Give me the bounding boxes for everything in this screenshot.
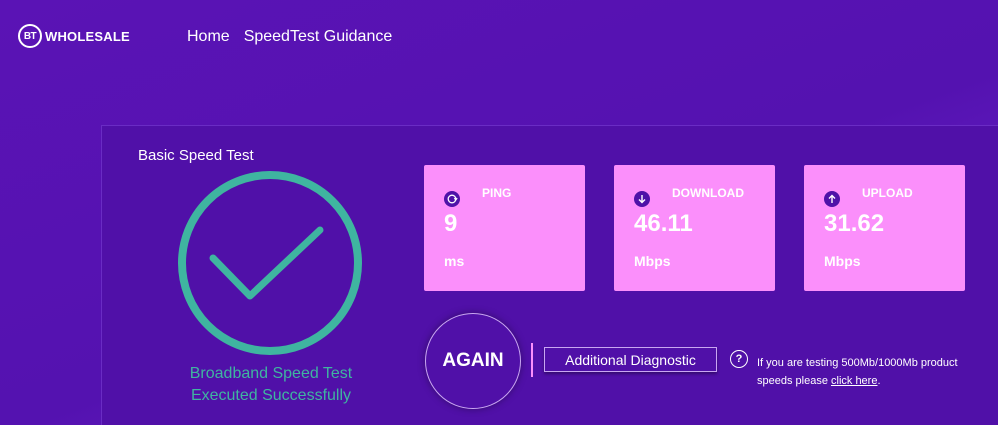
arrow-up-icon [824, 191, 840, 207]
download-label: DOWNLOAD [672, 186, 744, 200]
again-button[interactable]: AGAIN [425, 313, 521, 409]
bt-logo-mark: BT [18, 24, 42, 48]
note-end: . [877, 375, 881, 387]
upload-label: UPLOAD [862, 186, 913, 200]
success-message: Broadband Speed Test Executed Successful… [142, 363, 400, 407]
nav-link-home[interactable]: Home [187, 28, 230, 46]
click-here-link[interactable]: click here [831, 375, 877, 387]
main-nav: Home SpeedTest Guidance [187, 28, 406, 46]
ping-label: PING [482, 186, 512, 200]
help-icon[interactable]: ? [730, 350, 748, 368]
ping-icon [444, 191, 460, 207]
nav-link-speedtest-guidance[interactable]: SpeedTest Guidance [244, 28, 393, 46]
download-unit: Mbps [634, 253, 671, 269]
ping-unit: ms [444, 253, 465, 269]
success-line-2: Executed Successfully [190, 387, 352, 404]
speed-test-panel: Basic Speed Test Broadband Speed Test Ex… [101, 125, 998, 425]
upload-unit: Mbps [824, 253, 861, 269]
ping-value: 9 [444, 210, 458, 237]
upload-value: 31.62 [824, 210, 885, 237]
divider [531, 343, 533, 377]
success-check-icon [178, 171, 362, 355]
arrow-down-icon [634, 191, 650, 207]
additional-diagnostic-button[interactable]: Additional Diagnostic [544, 347, 717, 372]
logo-text: WHOLESALE [45, 28, 130, 44]
success-line-1: Broadband Speed Test [189, 365, 353, 382]
download-value: 46.11 [634, 210, 693, 237]
bt-wholesale-logo[interactable]: BT WHOLESALE [18, 24, 130, 48]
top-navigation-bar: BT WHOLESALE Home SpeedTest Guidance [0, 0, 998, 75]
ping-card: PING 9 ms [424, 165, 585, 291]
high-speed-note: If you are testing 500Mb/1000Mb product … [757, 354, 967, 390]
upload-card: UPLOAD 31.62 Mbps [804, 165, 965, 291]
panel-title: Basic Speed Test [138, 147, 254, 164]
download-card: DOWNLOAD 46.11 Mbps [614, 165, 775, 291]
